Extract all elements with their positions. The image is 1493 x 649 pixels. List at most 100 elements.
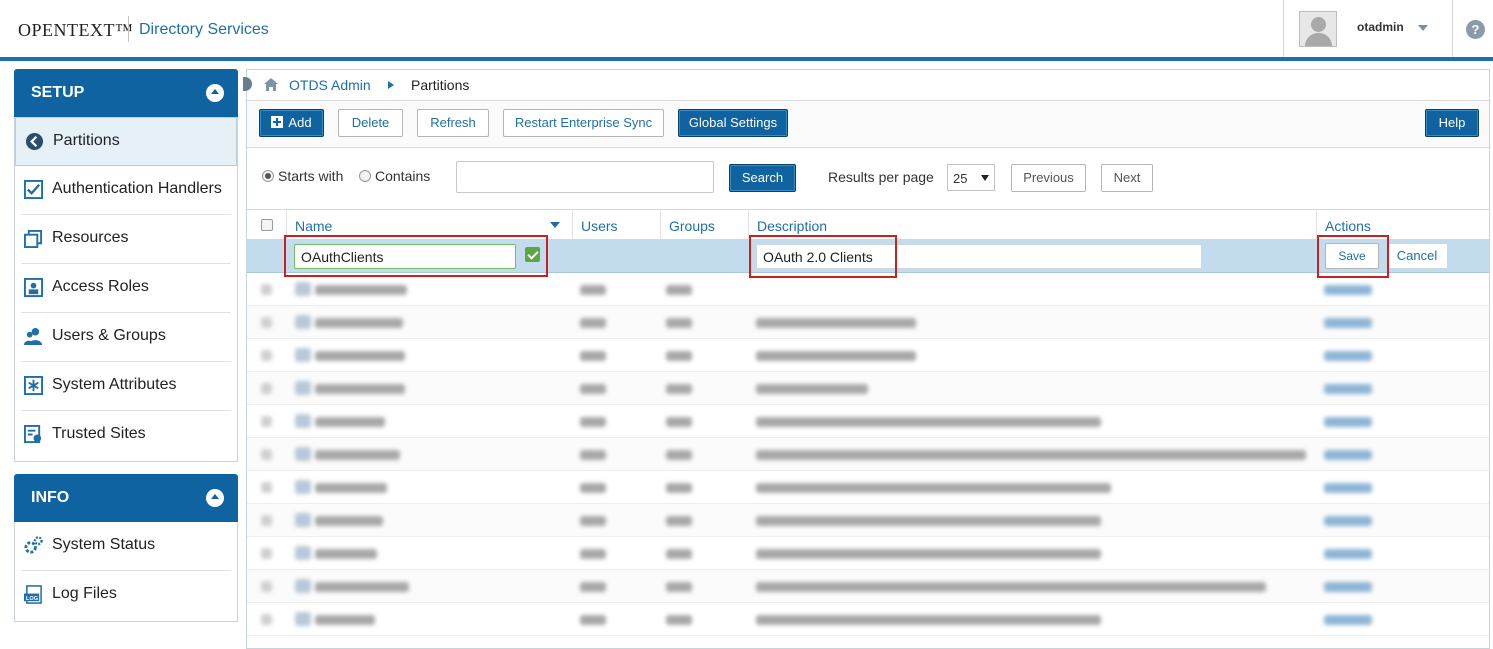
obscured-content: [261, 317, 272, 328]
obscured-content: [295, 513, 311, 527]
setup-panel-header[interactable]: SETUP: [14, 69, 238, 117]
obscured-content: [666, 582, 692, 592]
obscured-content: [1324, 318, 1372, 328]
obscured-content: [666, 450, 692, 460]
opentext-logo: OPENTEXT™: [18, 20, 134, 40]
sidebar-item-authentication-handlers[interactable]: Authentication Handlers: [21, 166, 231, 215]
header-divider: [1452, 0, 1453, 57]
collapse-icon[interactable]: [206, 84, 224, 102]
header-divider: [1283, 0, 1284, 57]
obscured-content: [1324, 483, 1372, 493]
global-settings-button[interactable]: Global Settings: [678, 109, 788, 137]
column-groups[interactable]: Groups: [660, 210, 748, 240]
table-row[interactable]: [247, 603, 1489, 636]
sidebar-item-system-status[interactable]: System Status: [21, 522, 231, 571]
log-icon: LOG: [24, 585, 42, 604]
search-bar: Starts with Contains Search Results per …: [247, 149, 1489, 209]
partitions-table: Name Users Groups Description Actions Sa…: [247, 209, 1489, 636]
highlight-box-save: [1317, 235, 1389, 278]
table-row[interactable]: [247, 273, 1489, 306]
add-button[interactable]: Add: [259, 109, 324, 137]
table-row[interactable]: [247, 372, 1489, 405]
obscured-content: [666, 384, 692, 394]
starts-with-radio[interactable]: [262, 170, 274, 182]
sidebar-item-trusted-sites[interactable]: Trusted Sites: [21, 411, 231, 460]
contains-radio[interactable]: [359, 170, 371, 182]
results-per-page-select[interactable]: 25: [947, 164, 995, 191]
user-avatar-icon[interactable]: [1299, 11, 1337, 47]
obscured-content: [1324, 582, 1372, 592]
table-row[interactable]: [247, 504, 1489, 537]
cancel-button[interactable]: Cancel: [1386, 243, 1448, 269]
previous-button[interactable]: Previous: [1011, 164, 1086, 192]
search-button[interactable]: Search: [729, 164, 796, 192]
obscured-content: [1324, 516, 1372, 526]
obscured-content: [580, 483, 606, 493]
obscured-content: [261, 416, 272, 427]
delete-button[interactable]: Delete: [338, 109, 403, 137]
obscured-content: [756, 582, 1266, 592]
obscured-content: [1324, 285, 1372, 295]
obscured-content: [756, 516, 1101, 526]
table-row[interactable]: [247, 471, 1489, 504]
refresh-button[interactable]: Refresh: [417, 109, 489, 137]
obscured-content: [261, 284, 272, 295]
obscured-content: [295, 447, 311, 461]
users-icon: [24, 327, 43, 346]
partitions-icon: [25, 132, 44, 151]
table-row[interactable]: [247, 405, 1489, 438]
sidebar-item-resources[interactable]: Resources: [21, 215, 231, 264]
obscured-content: [315, 516, 383, 526]
breadcrumb: OTDS Admin Partitions: [243, 70, 1489, 100]
sidebar-item-system-attributes[interactable]: System Attributes: [21, 362, 231, 411]
sidebar-item-log-files[interactable]: LOG Log Files: [21, 571, 231, 620]
help-button[interactable]: Help: [1425, 109, 1479, 137]
svg-text:LOG: LOG: [26, 596, 39, 602]
table-row[interactable]: [247, 537, 1489, 570]
info-nav: System Status LOG Log Files: [14, 522, 238, 622]
obscured-content: [756, 318, 916, 328]
obscured-content: [580, 384, 606, 394]
sidebar-item-access-roles[interactable]: Access Roles: [21, 264, 231, 313]
restart-enterprise-sync-button[interactable]: Restart Enterprise Sync: [503, 109, 664, 137]
sidebar-item-users-groups[interactable]: Users & Groups: [21, 313, 231, 362]
select-all-checkbox[interactable]: [261, 219, 273, 231]
obscured-content: [756, 384, 868, 394]
header-divider: [128, 16, 129, 42]
obscured-content: [580, 582, 606, 592]
collapse-icon[interactable]: [206, 489, 224, 507]
obscured-content: [261, 581, 272, 592]
table-row[interactable]: [247, 306, 1489, 339]
sort-down-icon[interactable]: [550, 222, 560, 228]
info-title: INFO: [31, 489, 70, 506]
collapse-sidebar-handle[interactable]: [243, 77, 252, 91]
obscured-content: [295, 348, 311, 362]
top-header: OPENTEXT™ Directory Services otadmin ?: [0, 0, 1493, 58]
sidebar-item-label: System Attributes: [52, 376, 177, 393]
contains-label[interactable]: Contains: [375, 168, 430, 184]
obscured-content: [295, 414, 311, 428]
info-panel-header[interactable]: INFO: [14, 474, 238, 522]
table-row[interactable]: [247, 570, 1489, 603]
starts-with-label[interactable]: Starts with: [278, 168, 343, 184]
breadcrumb-otds-admin[interactable]: OTDS Admin: [289, 77, 371, 93]
help-icon[interactable]: ?: [1466, 20, 1485, 39]
table-row[interactable]: [247, 438, 1489, 471]
obscured-content: [295, 612, 311, 626]
obscured-content: [295, 480, 311, 494]
search-input[interactable]: [456, 161, 714, 193]
obscured-content: [315, 483, 387, 493]
column-users[interactable]: Users: [572, 210, 660, 240]
next-button[interactable]: Next: [1101, 164, 1153, 192]
obscured-content: [1324, 450, 1372, 460]
chevron-down-icon[interactable]: [1418, 25, 1428, 31]
table-row[interactable]: [247, 339, 1489, 372]
asterisk-icon: [24, 376, 43, 395]
breadcrumb-arrow-icon: [388, 81, 394, 89]
obscured-content: [315, 582, 409, 592]
home-icon[interactable]: [264, 78, 278, 91]
sidebar-item-partitions[interactable]: Partitions: [15, 117, 237, 166]
username-label[interactable]: otadmin: [1357, 20, 1404, 34]
obscured-content: [580, 450, 606, 460]
results-per-page-label: Results per page: [828, 169, 934, 185]
